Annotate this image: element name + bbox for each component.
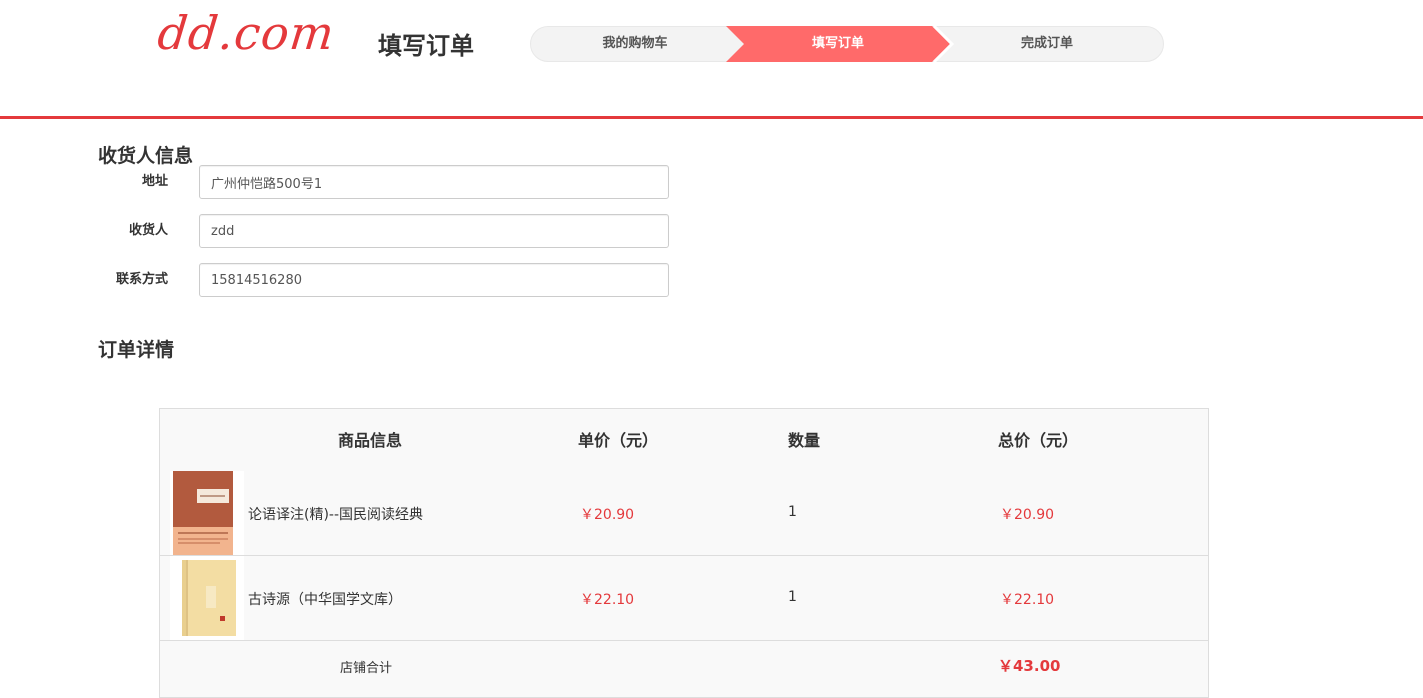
phone-input[interactable] [199,263,669,297]
phone-label: 联系方式 [115,272,168,287]
column-header-unit-price: 单价（元） [578,431,659,450]
row-divider [160,640,1208,641]
address-input[interactable] [199,165,669,199]
site-logo[interactable]: dd.com [155,6,337,60]
checkout-progress: 我的购物车 填写订单 完成订单 [530,26,1164,62]
receiver-section-title: 收货人信息 [98,145,194,167]
unit-price: ￥22.10 [580,592,635,608]
receiver-name-input[interactable] [199,214,669,248]
receiver-name-label: 收货人 [128,223,168,238]
quantity: 1 [788,504,797,520]
step-fill-order: 填写订单 [811,36,864,51]
step-complete: 完成订单 [1020,36,1073,51]
receiver-name-row: 收货人 [98,214,678,248]
page-title: 填写订单 [378,32,474,60]
order-table: 商品信息 单价（元） 数量 总价（元） 论语译注(精)--国民阅读经典 ￥20.… [159,408,1209,698]
product-name[interactable]: 论语译注(精)--国民阅读经典 [248,504,423,524]
unit-price: ￥20.90 [580,507,635,523]
book-cover-lunyu-icon[interactable] [170,471,244,555]
table-row: 论语译注(精)--国民阅读经典 ￥20.90 1 ￥20.90 [160,471,1208,556]
address-row: 地址 [98,165,678,199]
book-cover-gushiyuan-icon[interactable] [170,556,244,640]
subtotal-value: ￥43.00 [998,657,1061,675]
page-header: dd.com 填写订单 我的购物车 填写订单 完成订单 [0,0,1423,119]
column-header-quantity: 数量 [788,431,821,450]
product-name[interactable]: 古诗源（中华国学文库） [248,589,402,609]
address-label: 地址 [141,174,168,189]
step-cart[interactable]: 我的购物车 [530,26,740,62]
order-section-title: 订单详情 [98,339,175,361]
phone-row: 联系方式 [98,263,678,297]
table-row: 古诗源（中华国学文库） ￥22.10 1 ￥22.10 [160,556,1208,641]
item-total: ￥22.10 [1000,592,1055,608]
item-total: ￥20.90 [1000,507,1055,523]
subtotal-label: 店铺合计 [340,661,393,676]
column-header-total: 总价（元） [998,431,1079,450]
column-header-product: 商品信息 [338,431,403,450]
quantity: 1 [788,589,797,605]
